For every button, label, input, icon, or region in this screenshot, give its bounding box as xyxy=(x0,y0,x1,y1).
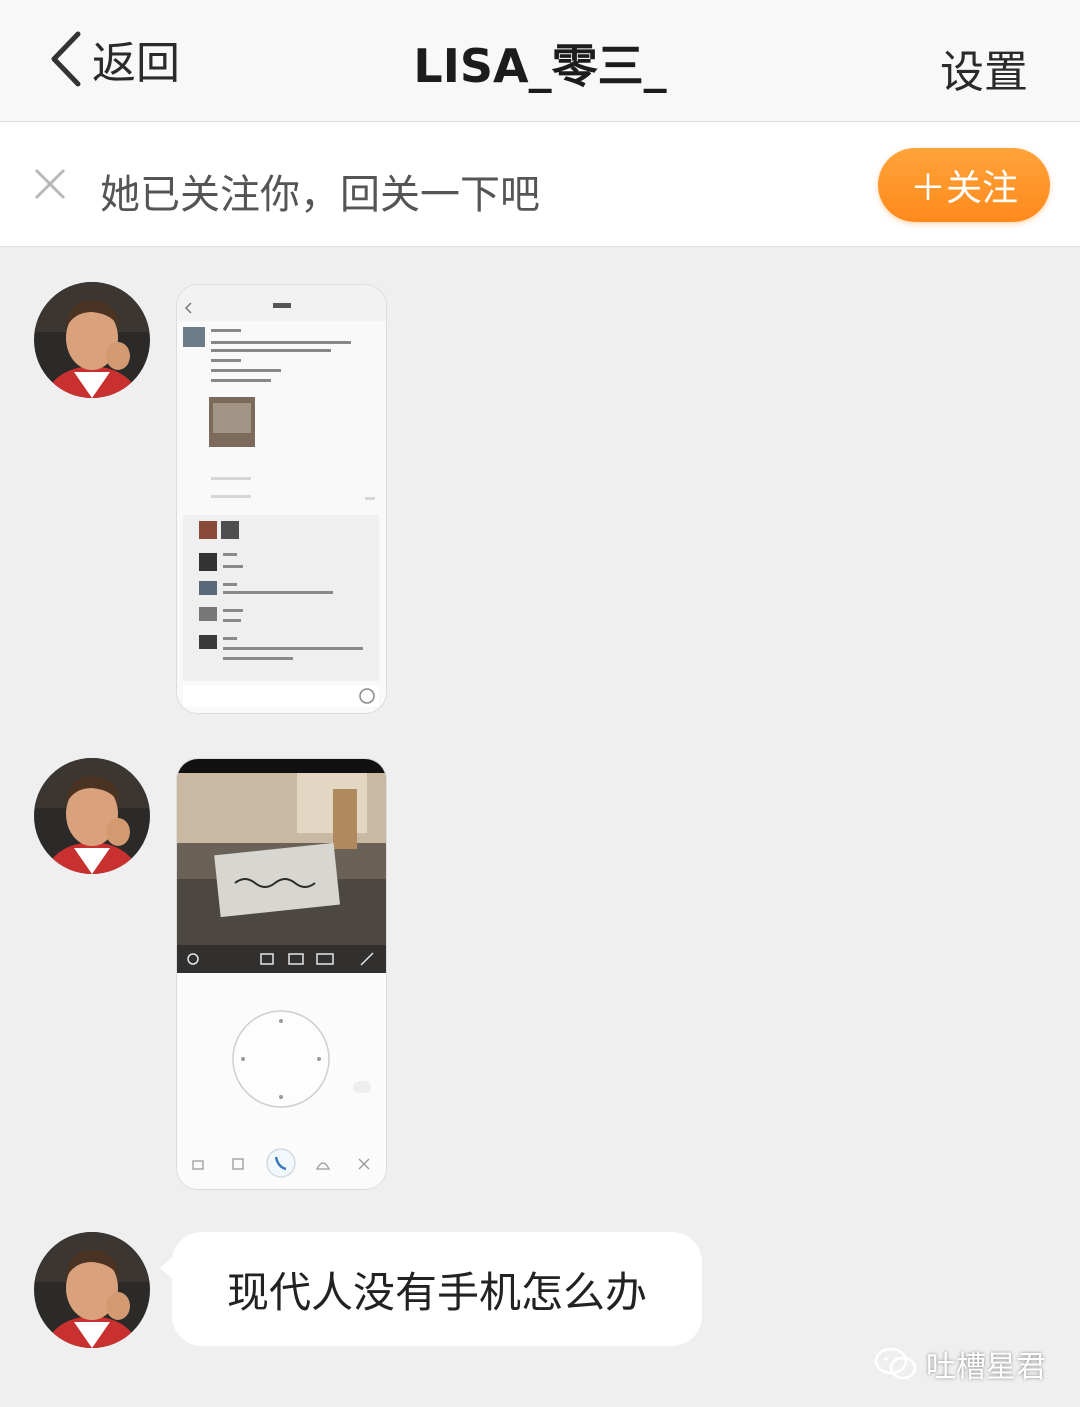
avatar[interactable] xyxy=(34,1232,150,1348)
text-message-bubble[interactable]: 现代人没有手机怎么办 xyxy=(172,1232,702,1346)
settings-button[interactable]: 设置 xyxy=(940,36,1028,100)
chat-screenshot-image xyxy=(177,285,386,713)
back-button[interactable]: 返回 xyxy=(48,28,180,90)
navigation-bar: 返回 LISA_零三_ 设置 xyxy=(0,0,1080,122)
follow-button[interactable]: ＋关注 xyxy=(878,148,1050,222)
avatar[interactable] xyxy=(34,758,150,874)
camera-screenshot-image xyxy=(177,759,386,1189)
watermark-text: 吐槽星君 xyxy=(926,1350,1046,1385)
image-message-camera-screenshot[interactable] xyxy=(176,758,387,1190)
wechat-icon xyxy=(874,1347,917,1380)
avatar[interactable] xyxy=(34,282,150,398)
back-label: 返回 xyxy=(92,38,180,89)
follow-back-banner: 她已关注你，回关一下吧 ＋关注 xyxy=(0,122,1080,247)
avatar-image xyxy=(34,1232,150,1348)
watermark: 吐槽星君 xyxy=(874,1342,1046,1386)
image-message-chat-screenshot[interactable] xyxy=(176,284,387,714)
follow-back-message: 她已关注你，回关一下吧 xyxy=(100,172,540,218)
avatar-image xyxy=(34,282,150,398)
chevron-left-icon xyxy=(51,31,81,87)
avatar-image xyxy=(34,758,150,874)
close-icon[interactable] xyxy=(32,166,68,202)
